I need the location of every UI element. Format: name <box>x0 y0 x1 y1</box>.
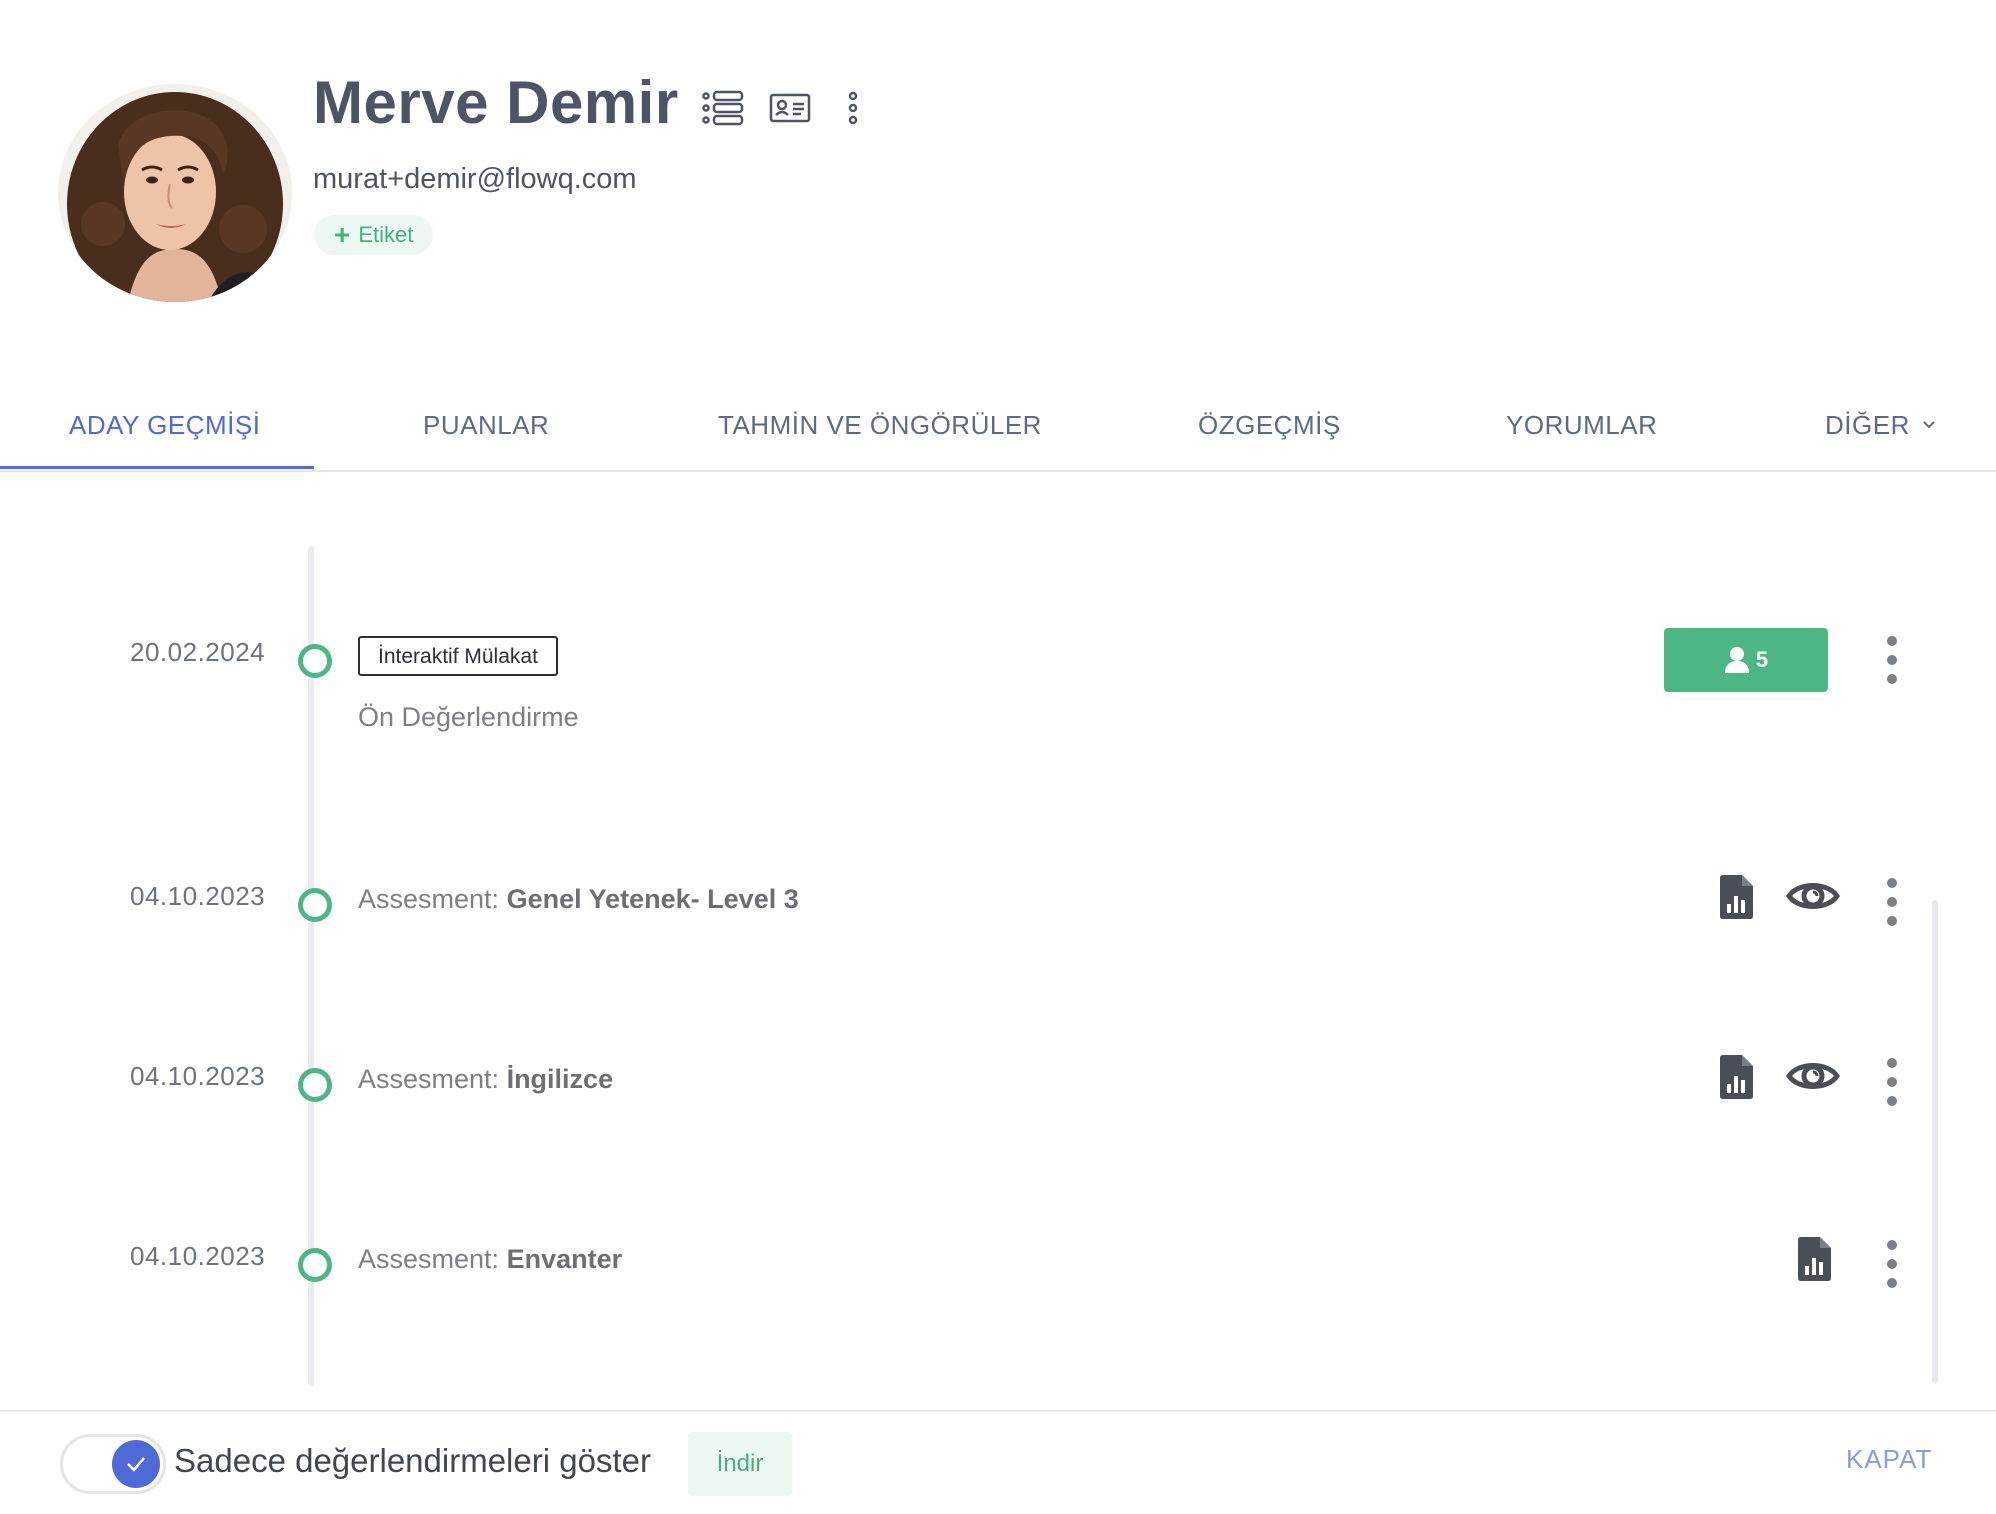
assessment-prefix: Assesment: <box>358 884 507 914</box>
report-chart-icon[interactable] <box>1718 1054 1754 1105</box>
download-button[interactable]: İndir <box>688 1432 792 1496</box>
id-card-icon[interactable] <box>768 88 812 128</box>
assessments-only-toggle[interactable] <box>60 1434 166 1494</box>
timeline-dot <box>298 888 332 922</box>
scrollbar[interactable] <box>1932 900 1938 1384</box>
timeline-dot <box>298 644 332 678</box>
add-tag-label: Etiket <box>358 222 414 247</box>
avatar <box>58 84 292 302</box>
tab-scores[interactable]: PUANLAR <box>423 380 549 470</box>
timeline-date: 04.10.2023 <box>130 1061 266 1091</box>
footer-divider <box>0 1410 1996 1412</box>
tab-label: ÖZGEÇMİŞ <box>1198 409 1341 440</box>
close-button[interactable]: KAPAT <box>1846 1444 1932 1475</box>
tab-comments[interactable]: YORUMLAR <box>1506 380 1657 470</box>
tab-label: DİĞER <box>1825 409 1910 440</box>
tab-candidate-history[interactable]: ADAY GEÇMİŞİ <box>69 380 260 470</box>
participants-count: 5 <box>1755 647 1769 672</box>
assessment-title: Assesment: Envanter <box>358 1244 622 1275</box>
chevron-down-icon <box>1923 421 1935 429</box>
timeline-date: 04.10.2023 <box>130 881 266 911</box>
tab-label: TAHMİN VE ÖNGÖRÜLER <box>718 409 1042 440</box>
assessment-title: Assesment: Genel Yetenek- Level 3 <box>358 884 799 915</box>
tab-label: PUANLAR <box>423 409 550 440</box>
tab-other[interactable]: DİĞER <box>1825 380 1936 470</box>
more-vertical-icon[interactable] <box>1882 1240 1902 1288</box>
timeline-date: 20.02.2024 <box>130 637 266 667</box>
more-vertical-icon[interactable] <box>842 88 864 128</box>
active-tab-indicator <box>0 466 314 469</box>
tab-bar: ADAY GEÇMİŞİ PUANLAR TAHMİN VE ÖNGÖRÜLER… <box>0 380 1996 472</box>
assessment-prefix: Assesment: <box>358 1064 507 1094</box>
assessment-prefix: Assesment: <box>358 1244 507 1274</box>
timeline-subtitle: Ön Değerlendirme <box>358 702 579 732</box>
plus-icon: + <box>334 219 351 250</box>
assessment-name: Envanter <box>506 1244 623 1274</box>
tab-predictions[interactable]: TAHMİN VE ÖNGÖRÜLER <box>718 380 1042 470</box>
tab-label: YORUMLAR <box>1506 409 1658 440</box>
timeline-dot <box>298 1248 332 1282</box>
report-chart-icon[interactable] <box>1718 874 1754 925</box>
assessment-title: Assesment: İngilizce <box>358 1064 613 1095</box>
timeline-date: 04.10.2023 <box>130 1241 266 1271</box>
add-tag-button[interactable]: + Etiket <box>314 215 434 255</box>
check-icon <box>127 1457 145 1472</box>
participants-button[interactable]: 5 <box>1664 628 1828 692</box>
eye-icon[interactable] <box>1786 876 1840 921</box>
toggle-knob <box>112 1440 160 1488</box>
more-vertical-icon[interactable] <box>1882 878 1902 926</box>
candidate-name: Merve Demir <box>313 69 679 136</box>
timeline-dot <box>298 1068 332 1102</box>
more-vertical-icon[interactable] <box>1882 636 1902 684</box>
report-chart-icon[interactable] <box>1796 1236 1832 1287</box>
assessment-name: İngilizce <box>506 1064 614 1094</box>
more-vertical-icon[interactable] <box>1882 1058 1902 1106</box>
toggle-label: Sadece değerlendirmeleri göster <box>174 1442 651 1479</box>
tab-resume[interactable]: ÖZGEÇMİŞ <box>1198 380 1341 470</box>
user-icon <box>1724 647 1749 673</box>
interview-type-badge: İnteraktif Mülakat <box>358 636 558 676</box>
list-icon[interactable] <box>700 88 744 128</box>
eye-icon[interactable] <box>1786 1056 1840 1101</box>
candidate-email: murat+demir@flowq.com <box>313 163 637 195</box>
tab-label: ADAY GEÇMİŞİ <box>69 409 261 440</box>
assessment-name: Genel Yetenek- Level 3 <box>506 884 799 914</box>
